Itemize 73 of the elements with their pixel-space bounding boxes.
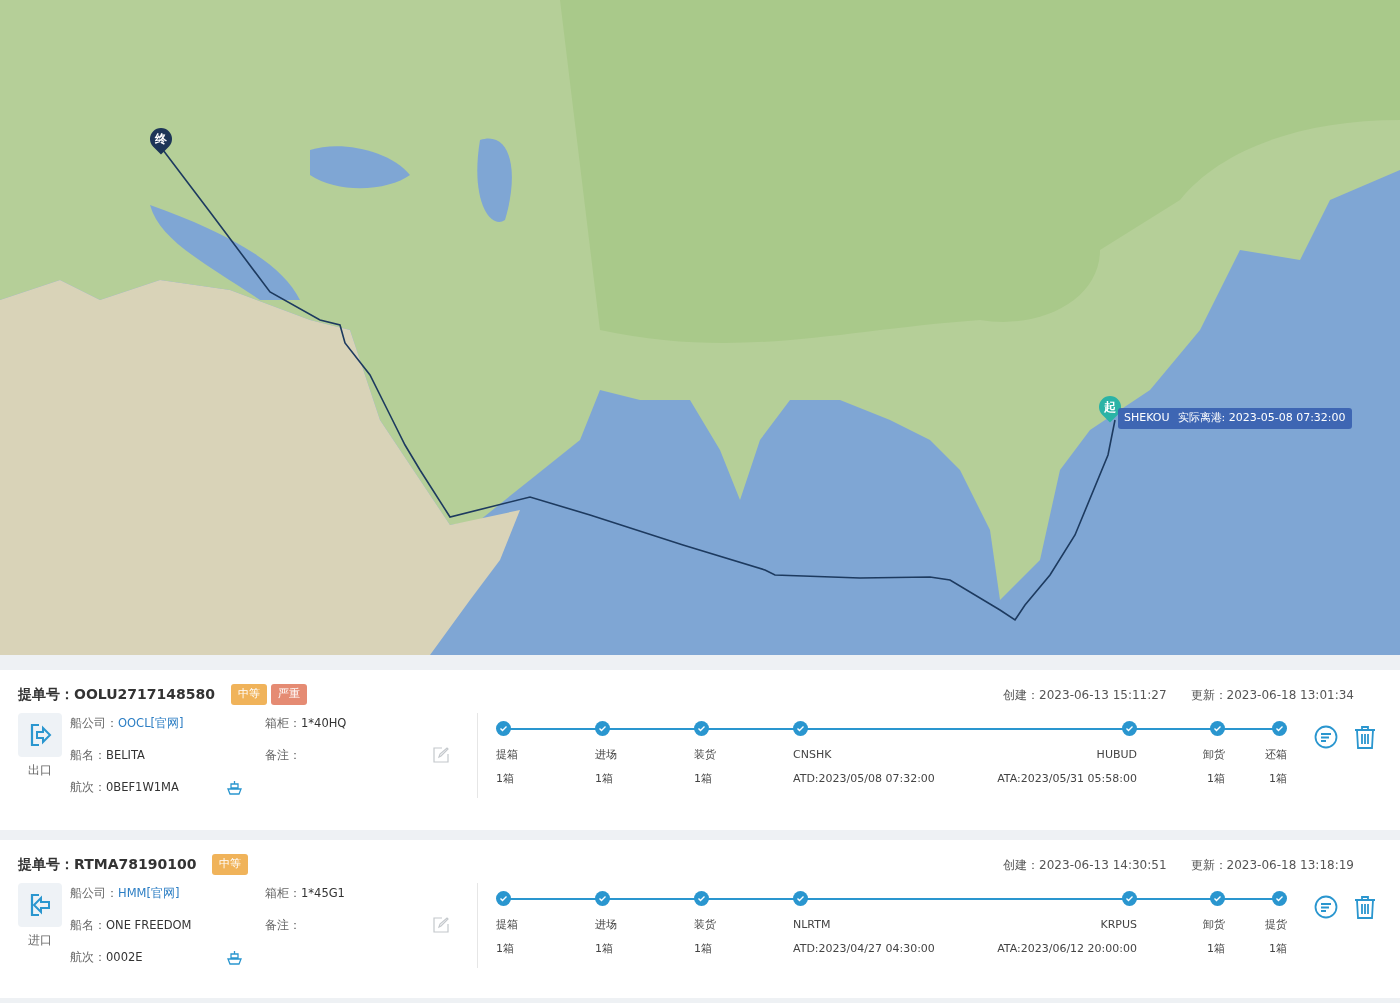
ship-icon[interactable] (227, 779, 242, 795)
voyage-number: 0002E (106, 948, 143, 966)
step-label: 装货 (694, 747, 716, 763)
field-label: 备注： (265, 916, 301, 934)
step-value: 1箱 (694, 770, 712, 787)
voyage-number: 0BEF1W1MA (106, 778, 179, 796)
step-label: 提箱 (496, 747, 518, 763)
edit-icon[interactable] (433, 747, 449, 764)
field-label: 船公司： (70, 885, 118, 903)
created-time: 2023-06-13 14:30:51 (1039, 856, 1167, 874)
bl-label: 提单号： (18, 685, 74, 704)
step-label: 还箱 (1265, 747, 1287, 763)
step-label: NLRTM (793, 917, 831, 933)
step-label: 卸货 (1203, 747, 1225, 763)
step-label: 提货 (1265, 917, 1287, 933)
step-value: 1箱 (1207, 770, 1225, 787)
step-value: 1箱 (694, 940, 712, 957)
field-label: 船名： (70, 916, 106, 934)
severity-tag: 严重 (271, 684, 307, 705)
created-label: 创建： (1003, 686, 1040, 704)
trash-icon[interactable] (1354, 895, 1376, 919)
vessel-name: BELITA (106, 746, 145, 764)
step-value: 1箱 (496, 770, 514, 787)
carrier-link[interactable]: OOCL[官网] (118, 715, 184, 733)
edit-icon[interactable] (433, 917, 449, 934)
step-value: ATD:2023/05/08 07:32:00 (793, 770, 935, 787)
step-value: 1箱 (1269, 940, 1287, 957)
field-label: 箱柜： (265, 715, 301, 733)
field-label: 备注： (265, 746, 301, 764)
severity-tag: 中等 (212, 854, 249, 875)
container-value: 1*40HQ (301, 715, 347, 733)
created-time: 2023-06-13 15:11:27 (1039, 686, 1167, 704)
ship-icon[interactable] (227, 949, 242, 965)
list-icon[interactable] (1314, 725, 1338, 749)
bl-number: RTMA78190100 (74, 855, 197, 874)
updated-time: 2023-06-18 13:18:19 (1226, 856, 1354, 874)
updated-label: 更新： (1190, 856, 1227, 874)
trash-icon[interactable] (1354, 725, 1376, 749)
step-value: ATA:2023/05/31 05:58:00 (997, 770, 1137, 787)
vessel-name: ONE FREEDOM (106, 916, 192, 934)
field-label: 箱柜： (265, 885, 301, 903)
direction-label: 进口 (28, 932, 52, 949)
step-label: CNSHK (793, 747, 832, 763)
field-label: 航次： (70, 778, 106, 796)
created-label: 创建： (1003, 856, 1040, 874)
field-label: 船公司： (70, 715, 118, 733)
step-label: 提箱 (496, 917, 518, 933)
severity-tag: 中等 (231, 684, 267, 705)
step-value: 1箱 (1269, 770, 1287, 787)
carrier-link[interactable]: HMM[官网] (118, 885, 180, 903)
departure-time: 实际离港: 2023-05-08 07:32:00 (1177, 410, 1346, 426)
step-label: HUBUD (1096, 747, 1137, 763)
step-value: 1箱 (595, 770, 613, 787)
step-value: 1箱 (496, 940, 514, 957)
direction-label: 出口 (28, 762, 52, 779)
step-label: 进场 (595, 917, 617, 933)
field-label: 航次： (70, 948, 106, 966)
step-value: ATA:2023/06/12 20:00:00 (997, 940, 1137, 957)
step-label: KRPUS (1100, 917, 1137, 933)
updated-label: 更新： (1190, 686, 1227, 704)
step-value: 1箱 (595, 940, 613, 957)
step-label: 装货 (694, 917, 716, 933)
step-label: 卸货 (1203, 917, 1225, 933)
updated-time: 2023-06-18 13:01:34 (1226, 686, 1354, 704)
port-name: SHEKOU (1124, 410, 1170, 426)
field-label: 船名： (70, 746, 106, 764)
step-label: 进场 (595, 747, 617, 763)
container-value: 1*45G1 (301, 885, 345, 903)
step-value: 1箱 (1207, 940, 1225, 957)
list-icon[interactable] (1314, 895, 1338, 919)
step-value: ATD:2023/04/27 04:30:00 (793, 940, 935, 957)
bl-label: 提单号： (18, 855, 74, 874)
bl-number: OOLU2717148580 (74, 685, 215, 704)
